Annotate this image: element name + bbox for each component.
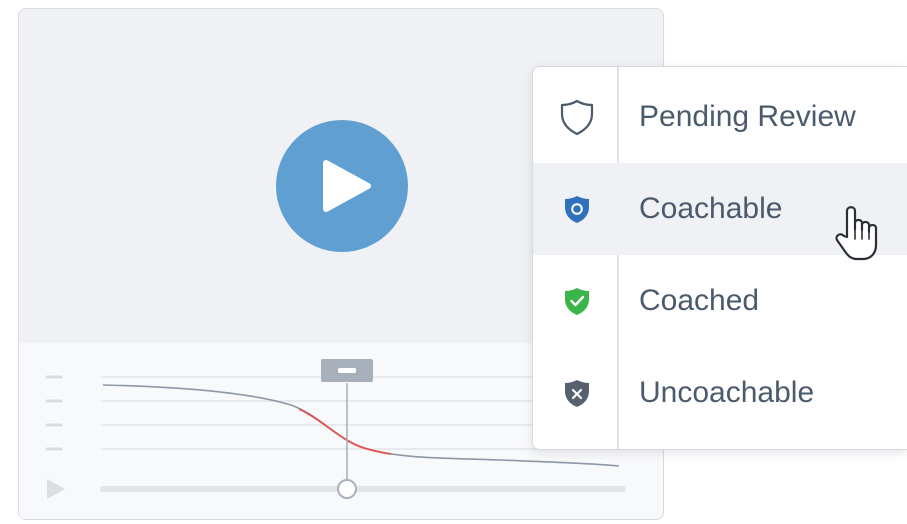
hand-pointer-icon xyxy=(835,206,878,261)
shield-outline-icon xyxy=(560,99,594,136)
shield-check-icon xyxy=(565,288,589,315)
legend-marks xyxy=(45,375,63,451)
menu-item-label: Coached xyxy=(639,284,760,317)
menu-item-label: Coachable xyxy=(639,192,783,225)
shield-circle-icon xyxy=(565,196,589,223)
play-button[interactable] xyxy=(276,120,408,252)
menu-item-uncoachable[interactable]: Uncoachable xyxy=(533,347,907,439)
menu-item-label: Uncoachable xyxy=(639,376,815,409)
play-icon xyxy=(323,160,371,212)
menu-item-coached[interactable]: Coached xyxy=(533,255,907,347)
menu-item-pending-review[interactable]: Pending Review xyxy=(533,71,907,163)
play-icon xyxy=(47,479,65,499)
menu-item-label: Pending Review xyxy=(639,100,856,133)
playhead-handle xyxy=(321,359,373,382)
shield-x-icon xyxy=(565,380,589,407)
scrubber-handle xyxy=(337,479,357,499)
